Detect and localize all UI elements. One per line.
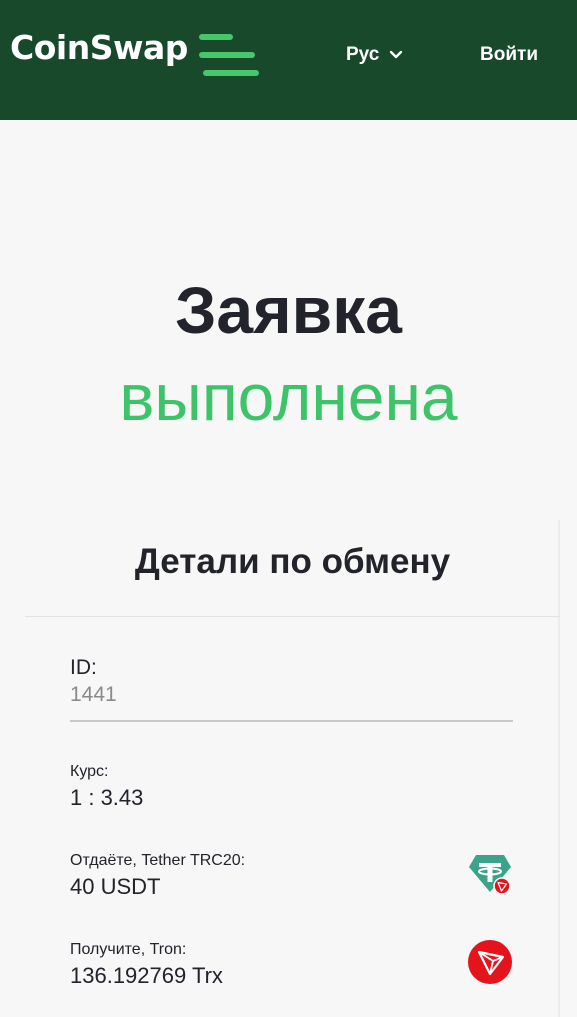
coinswap-logo[interactable]: CoinSwap: [10, 28, 259, 76]
login-button[interactable]: Войти: [480, 44, 538, 66]
rate-label: Курс:: [70, 763, 109, 780]
menu-bars-icon[interactable]: [199, 32, 259, 80]
details-title: Детали по обмену: [134, 542, 451, 581]
receive-field: Получите, Tron: 136.192769 Trx: [70, 941, 223, 989]
language-label: Рус: [346, 44, 380, 65]
rate-field: Курс: 1 : 3.43: [70, 763, 143, 811]
top-header: CoinSwap Рус Войти: [0, 0, 577, 120]
language-selector[interactable]: Рус: [346, 44, 403, 66]
receive-label: Получите, Tron:: [70, 941, 187, 958]
exchange-details-card: Детали по обмену ID: 1441 Курс: 1 : 3.43…: [25, 520, 560, 1017]
receive-value: 136.192769 Trx: [70, 963, 223, 988]
order-id-field: ID: 1441: [70, 656, 117, 707]
give-value: 40 USDT: [70, 874, 161, 899]
order-id-underline: [70, 720, 513, 722]
tron-icon: [468, 940, 512, 984]
rate-value: 1 : 3.43: [70, 785, 144, 810]
status-subtitle: выполнена: [119, 360, 458, 434]
give-field: Отдаёте, Tether TRC20: 40 USDT: [70, 852, 245, 900]
chevron-down-icon: [390, 50, 403, 59]
details-divider: [25, 616, 560, 617]
status-title: Заявка: [175, 273, 402, 347]
tether-trc20-icon: [469, 855, 511, 895]
order-id-value: 1441: [70, 683, 117, 706]
order-id-label: ID:: [70, 656, 97, 679]
give-label: Отдаёте, Tether TRC20:: [70, 852, 246, 869]
logo-text: CoinSwap: [10, 28, 188, 67]
